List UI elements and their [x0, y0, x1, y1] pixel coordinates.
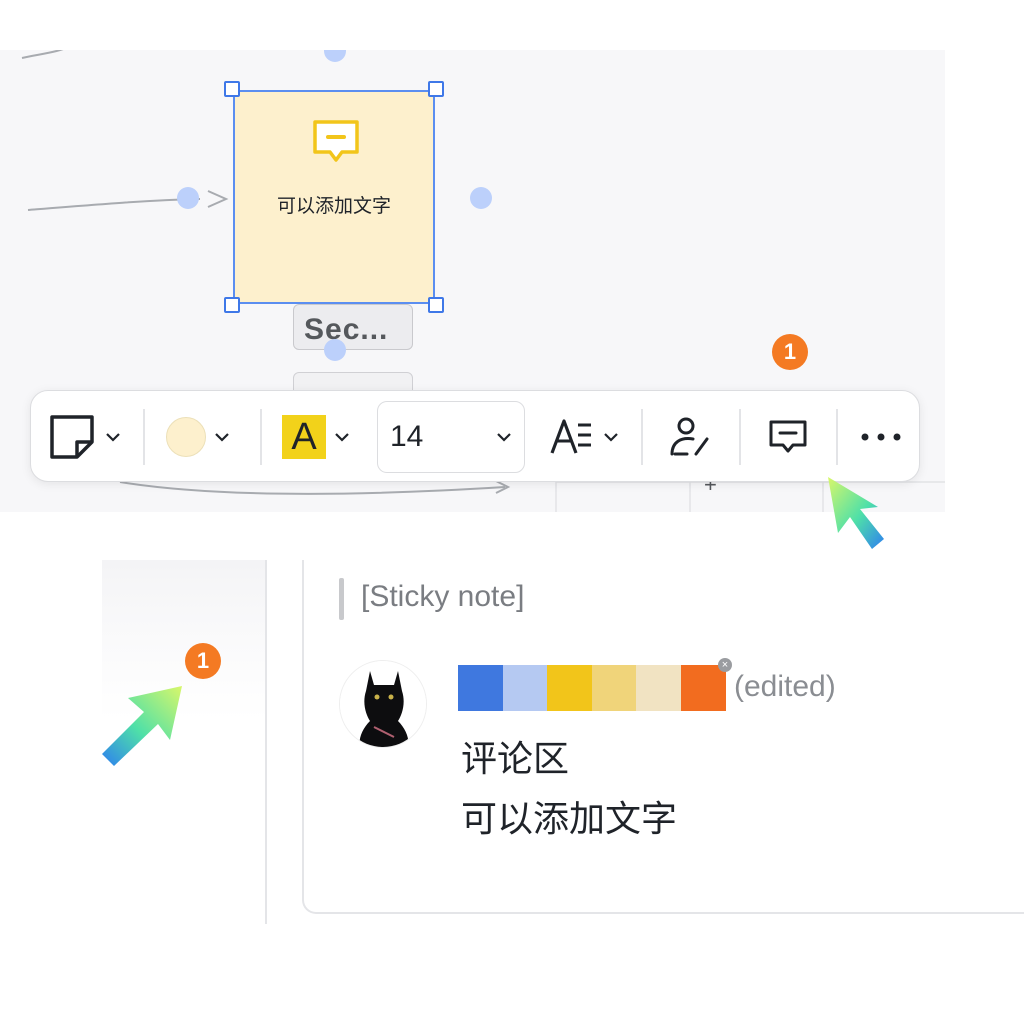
toolbar-divider	[739, 409, 741, 465]
section-label[interactable]: Sec...	[293, 304, 413, 350]
resize-handle-top-right[interactable]	[428, 81, 444, 97]
resize-handle-top-left[interactable]	[224, 81, 240, 97]
redaction-block	[591, 665, 637, 711]
close-icon[interactable]: ×	[718, 658, 732, 672]
comment-icon	[769, 420, 807, 453]
sticky-note[interactable]: 可以添加文字	[224, 81, 444, 313]
comment-text-line: 评论区	[461, 738, 570, 779]
pointer-arrow-icon	[828, 477, 884, 549]
text-style-button[interactable]	[549, 391, 619, 483]
chevron-down-icon	[604, 433, 618, 442]
toolbar-divider	[641, 409, 643, 465]
resize-handle-bottom-left[interactable]	[224, 297, 240, 313]
connection-point-left[interactable]	[177, 187, 199, 209]
comment-quote: [Sticky note]	[361, 580, 525, 613]
toolbar-divider	[836, 409, 838, 465]
redaction-block	[547, 665, 592, 711]
redaction-block	[458, 665, 503, 711]
fill-color-swatch	[166, 417, 206, 457]
toolbar-divider	[260, 409, 262, 465]
connection-point-right[interactable]	[470, 187, 492, 209]
commenter-name-redacted	[458, 665, 726, 711]
comment-card: [Sticky note] × (edited) 评论区 可以添加文字	[302, 560, 1024, 914]
quote-bar	[339, 578, 344, 620]
font-size-select[interactable]: 14	[377, 401, 525, 473]
comment-text-line: 可以添加文字	[461, 798, 678, 839]
assign-button[interactable]	[669, 391, 711, 483]
more-button[interactable]	[859, 391, 903, 483]
comment-count-badge: 1	[772, 334, 808, 370]
chevron-down-icon	[335, 433, 349, 442]
chevron-down-icon	[215, 433, 229, 442]
font-size-value: 14	[390, 420, 424, 453]
text-color-glyph: A	[282, 415, 326, 459]
toolbar-divider	[143, 409, 145, 465]
chevron-down-icon	[106, 433, 120, 442]
more-horizontal-icon	[861, 433, 901, 441]
whiteboard-canvas[interactable]: + 可以添加文字 Sec... A 14	[0, 50, 945, 512]
edited-label: (edited)	[734, 670, 836, 703]
redaction-block	[502, 665, 548, 711]
redaction-block	[680, 665, 726, 711]
panel-divider	[265, 560, 267, 924]
pointer-arrow-icon	[102, 686, 182, 766]
fill-color-button[interactable]	[166, 391, 230, 483]
resize-handle-bottom-right[interactable]	[428, 297, 444, 313]
chevron-down-icon	[497, 433, 511, 442]
sticky-note-text: 可以添加文字	[276, 196, 391, 217]
connection-point-bottom[interactable]	[324, 339, 346, 361]
redaction-block	[636, 665, 681, 711]
avatar[interactable]	[339, 660, 427, 748]
sidebar-comment-badge[interactable]: 1	[185, 643, 221, 679]
text-color-button[interactable]: A	[282, 391, 350, 483]
comment-button[interactable]	[768, 391, 808, 483]
floating-toolbar: A 14	[30, 390, 920, 482]
text-align-icon	[550, 419, 591, 454]
cat-avatar-icon	[340, 661, 426, 747]
shape-picker-button[interactable]	[49, 391, 121, 483]
sticky-note-icon	[50, 415, 94, 459]
comment-icon	[313, 120, 359, 162]
person-edit-icon	[670, 417, 709, 456]
